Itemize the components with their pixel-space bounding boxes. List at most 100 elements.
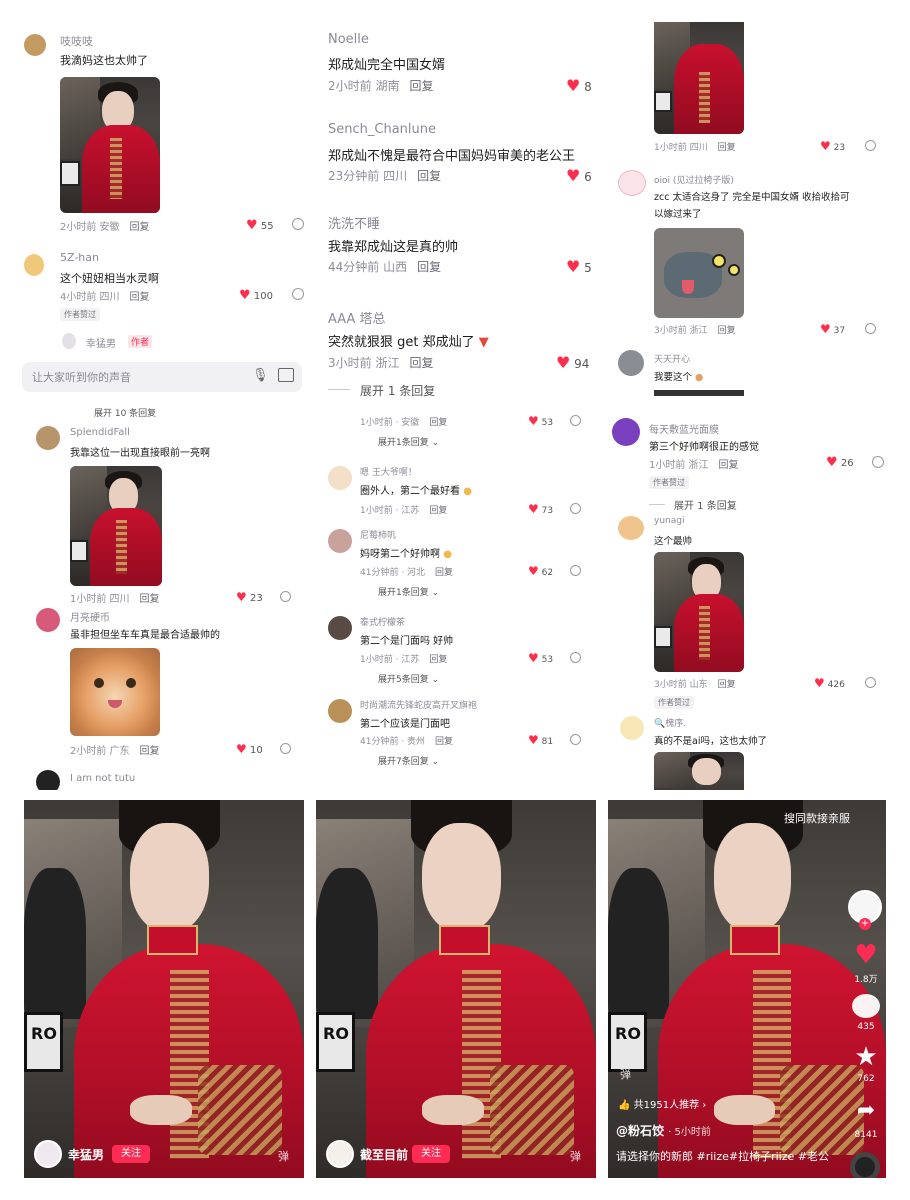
comment-photo[interactable] — [60, 77, 160, 213]
like-button[interactable]: ♥ 5 — [566, 257, 592, 276]
avatar[interactable] — [36, 426, 60, 450]
like-button[interactable]: ♥ 94 — [556, 353, 589, 372]
comment-photo[interactable] — [654, 552, 744, 672]
comment-username[interactable]: oioi (见过拉椅子版) — [654, 173, 734, 186]
dislike-icon[interactable] — [292, 288, 304, 300]
reply-button[interactable]: 回复 — [409, 79, 433, 93]
avatar[interactable] — [328, 529, 352, 553]
reply-button[interactable]: 回复 — [130, 222, 150, 233]
avatar[interactable] — [618, 350, 644, 376]
cat-photo[interactable] — [70, 648, 160, 736]
follow-plus-icon[interactable]: + — [859, 918, 871, 930]
avatar[interactable] — [618, 516, 644, 540]
like-button[interactable]: ♥ 23 — [236, 590, 263, 604]
comment-username[interactable]: Noelle — [328, 32, 369, 47]
like-button[interactable]: ♥ 100 — [239, 288, 273, 303]
avatar[interactable] — [618, 170, 646, 196]
reply-button[interactable]: 回复 — [718, 326, 736, 336]
comment-photo[interactable] — [654, 22, 744, 134]
creator-name[interactable]: 截至目前 — [360, 1146, 408, 1163]
comment-username[interactable]: SplendidFall — [70, 427, 130, 438]
creator-avatar[interactable] — [326, 1140, 354, 1168]
comment-username[interactable]: 洗洗不睡 — [328, 213, 380, 232]
author-reply-username[interactable]: 幸猛男 — [86, 335, 116, 350]
expand-replies[interactable]: 展开 1 条回复 — [360, 382, 435, 399]
avatar[interactable] — [328, 466, 352, 490]
like-heart-icon[interactable]: ♥ — [848, 940, 884, 970]
dislike-icon[interactable] — [292, 218, 304, 230]
dislike-icon[interactable] — [570, 734, 581, 745]
expand-replies[interactable]: 展开1条回复 ⌄ — [378, 435, 439, 448]
recommend-bar[interactable]: 👍 共1951人推荐 › — [618, 1096, 706, 1111]
image-icon[interactable] — [278, 368, 294, 382]
search-same-outfit[interactable]: 搜同款接亲服 — [784, 810, 850, 826]
dislike-icon[interactable] — [280, 743, 291, 754]
comment-username[interactable]: 🔍槐序. — [654, 716, 686, 729]
dislike-icon[interactable] — [570, 565, 581, 576]
share-icon[interactable]: ➦ — [848, 1098, 884, 1123]
avatar[interactable] — [612, 418, 640, 446]
comment-username[interactable]: 天天开心 — [654, 352, 690, 365]
like-button[interactable]: ♥ 23 — [820, 139, 845, 153]
reply-button[interactable]: 回复 — [429, 418, 447, 428]
creator-avatar[interactable] — [34, 1140, 62, 1168]
comment-username[interactable]: 吱吱吱 — [60, 33, 93, 49]
danmaku-icon[interactable]: 弹 — [278, 1148, 289, 1164]
author-avatar[interactable] — [62, 333, 76, 349]
favorite-star-icon[interactable]: ★ — [848, 1042, 884, 1072]
like-button[interactable]: ♥ 10 — [236, 742, 263, 756]
like-button[interactable]: ♥ 6 — [566, 166, 592, 185]
like-button[interactable]: ♥ 26 — [826, 455, 854, 470]
reply-button[interactable]: 回复 — [429, 655, 447, 665]
avatar[interactable] — [620, 716, 644, 740]
avatar[interactable] — [36, 770, 60, 790]
follow-button[interactable]: 关注 — [112, 1145, 150, 1163]
like-button[interactable]: ♥ 62 — [528, 564, 553, 578]
reply-username[interactable]: 尼莓柿叽 — [360, 528, 396, 541]
like-button[interactable]: ♥ 53 — [528, 651, 553, 665]
avatar[interactable] — [328, 616, 352, 640]
reply-username[interactable]: 时尚潮流先锋蛇皮高开叉旗袍 — [360, 698, 477, 711]
reply-username[interactable]: 泰式柠檬茶 — [360, 615, 405, 628]
reply-button[interactable]: 回复 — [130, 292, 150, 303]
video-frame-2[interactable]: RO 截至目前 关注 弹 — [316, 800, 596, 1178]
dislike-icon[interactable] — [865, 323, 876, 334]
comment-username[interactable]: 每天敷蓝光面膜 — [649, 421, 719, 436]
avatar[interactable] — [24, 254, 44, 276]
like-button[interactable]: ♥ 55 — [246, 218, 274, 233]
music-disc-icon[interactable] — [850, 1152, 880, 1178]
avatar[interactable] — [24, 34, 46, 56]
expand-replies[interactable]: 展开5条回复 ⌄ — [378, 672, 439, 685]
danmaku-icon[interactable]: 弹 — [620, 1066, 631, 1082]
expand-replies[interactable]: 展开1条回复 ⌄ — [378, 585, 439, 598]
dislike-icon[interactable] — [865, 677, 876, 688]
comment-username[interactable]: 月亮硬币 — [70, 609, 110, 624]
reply-button[interactable]: 回复 — [429, 506, 447, 516]
comment-username[interactable]: 5Z-han — [60, 251, 99, 264]
comment-photo[interactable] — [654, 752, 744, 790]
tom-photo[interactable] — [654, 228, 744, 318]
expand-replies[interactable]: 展开7条回复 ⌄ — [378, 754, 439, 767]
follow-button[interactable]: 关注 — [412, 1145, 450, 1163]
comment-icon[interactable] — [852, 994, 880, 1018]
comment-photo[interactable] — [70, 466, 162, 586]
reply-username[interactable]: 嗯 王大爷啊！ — [360, 465, 417, 478]
comment-username[interactable]: Sench_Chanlune — [328, 122, 436, 137]
reply-button[interactable]: 回复 — [409, 356, 433, 370]
reply-button[interactable]: 回复 — [140, 594, 160, 605]
dislike-icon[interactable] — [872, 456, 884, 468]
video-author[interactable]: @粉石饺 · 5小时前 — [616, 1122, 711, 1139]
video-frame-1[interactable]: RO 幸猛男 关注 弹 — [24, 800, 304, 1178]
dislike-icon[interactable] — [280, 591, 291, 602]
mic-icon[interactable]: 🎙 — [252, 368, 269, 383]
like-button[interactable]: ♥ 73 — [528, 502, 553, 516]
reply-button[interactable]: 回复 — [718, 143, 736, 153]
like-button[interactable]: ♥ 53 — [528, 414, 553, 428]
creator-name[interactable]: 幸猛男 — [68, 1146, 104, 1163]
dislike-icon[interactable] — [570, 415, 581, 426]
reply-button[interactable]: 回复 — [718, 680, 736, 690]
reply-button[interactable]: 回复 — [140, 746, 160, 757]
reply-button[interactable]: 回复 — [435, 737, 453, 747]
like-button[interactable]: ♥ 426 — [814, 676, 845, 690]
avatar[interactable] — [328, 699, 352, 723]
